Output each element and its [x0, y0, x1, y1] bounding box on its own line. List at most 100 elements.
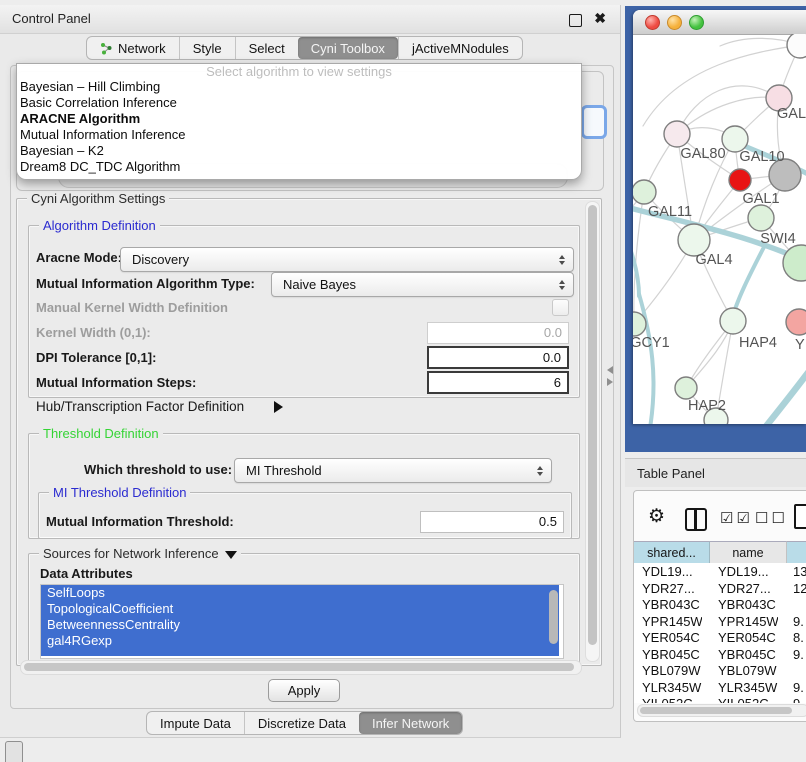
table-cell[interactable]: YER054C [718, 629, 778, 646]
collapse-triangle-icon[interactable] [225, 551, 237, 559]
network-edge[interactable] [677, 86, 779, 134]
algorithm-option[interactable]: Mutual Information Inference [17, 127, 581, 143]
table-cell[interactable]: YDL19... [718, 563, 778, 580]
column-header-shared[interactable]: shared... [634, 541, 710, 565]
which-threshold-combo[interactable]: MI Threshold [234, 458, 552, 483]
apply-button[interactable]: Apply [268, 679, 340, 702]
node-GAL11[interactable] [633, 180, 656, 204]
table-row[interactable]: YBR045C YBR045C 9. [634, 646, 806, 663]
table-cell[interactable]: YIL052C [642, 695, 702, 703]
columns-icon[interactable] [685, 508, 707, 531]
hub-definition-toggle-label[interactable]: Hub/Transcription Factor Definition [36, 399, 244, 415]
table-cell[interactable]: YBR045C [642, 646, 702, 663]
tab-impute-data[interactable]: Impute Data [147, 712, 244, 734]
table-cell[interactable]: YER054C [642, 629, 702, 646]
mi-threshold-field[interactable]: 0.5 [420, 511, 564, 533]
table-cell[interactable]: YDR27... [642, 580, 702, 597]
table-cell[interactable]: 13 [793, 563, 806, 580]
network-edge[interactable] [639, 294, 654, 424]
close-panel-icon[interactable]: ✖ [594, 10, 606, 27]
table-cell[interactable]: YIL052C [718, 695, 778, 703]
table-cell[interactable]: YLR345W [718, 679, 778, 696]
aracne-mode-combo[interactable]: Discovery [120, 247, 574, 272]
settings-scrollbar-thumb[interactable] [588, 205, 597, 645]
tab-infer-network[interactable]: Infer Network [359, 712, 462, 734]
tab-jactivemnodules[interactable]: jActiveMNodules [398, 37, 522, 59]
table-cell[interactable] [793, 662, 806, 679]
close-window-icon[interactable] [645, 15, 660, 30]
gear-icon[interactable]: ⚙ [648, 507, 665, 527]
minimize-window-icon[interactable] [667, 15, 682, 30]
table-cell[interactable]: YBL079W [718, 662, 778, 679]
attribute-item-partial[interactable] [41, 649, 563, 656]
algorithm-option[interactable]: Basic Correlation Inference [17, 95, 581, 111]
kernel-width-field[interactable]: 0.0 [427, 322, 569, 344]
attributes-scrollbar-thumb[interactable] [549, 590, 558, 644]
node-HAP4[interactable] [720, 308, 746, 334]
table-hscrollbar-thumb[interactable] [640, 707, 792, 714]
table-cell[interactable]: 8. [793, 629, 806, 646]
table-cell[interactable] [793, 596, 806, 613]
table-cell[interactable]: 9. [793, 695, 806, 703]
node-salmon[interactable] [786, 309, 806, 335]
table-row[interactable]: YDR27... YDR27... 12 [634, 580, 806, 597]
table-cell[interactable]: 9. [793, 679, 806, 696]
page-icon[interactable] [794, 504, 806, 529]
network-edge[interactable] [755, 366, 806, 424]
table-cell[interactable]: 9. [793, 613, 806, 630]
table-hscrollbar[interactable] [637, 704, 806, 717]
table-cell[interactable]: YLR345W [642, 679, 702, 696]
attribute-item[interactable]: BetweennessCentrality [41, 617, 563, 633]
table-cell[interactable]: YPR145W [718, 613, 778, 630]
zoom-window-icon[interactable] [689, 15, 704, 30]
dpi-tolerance-field[interactable]: 0.0 [427, 346, 569, 369]
tab-style[interactable]: Style [179, 37, 235, 59]
table-row[interactable]: YDL19... YDL19... 13 [634, 563, 806, 580]
hub-expand-arrow-icon[interactable] [274, 401, 283, 413]
float-panel-icon[interactable] [569, 14, 582, 27]
mi-type-combo[interactable]: Naive Bayes [271, 272, 574, 297]
network-window-titlebar[interactable] [633, 10, 806, 35]
tab-network[interactable]: Network [87, 37, 179, 59]
table-cell[interactable]: 12 [793, 580, 806, 597]
manual-kernel-checkbox[interactable] [552, 299, 569, 316]
table-row[interactable]: YBR043C YBR043C [634, 596, 806, 613]
panel-grip[interactable] [5, 741, 23, 762]
table-cell[interactable]: 9. [793, 646, 806, 663]
attribute-item[interactable]: TopologicalCoefficient [41, 601, 563, 617]
algorithm-option-selected[interactable]: ARACNE Algorithm [17, 111, 581, 127]
table-row[interactable]: YPR145W YPR145W 9. [634, 613, 806, 630]
column-header-name[interactable]: name [710, 541, 787, 565]
table-cell[interactable]: YBR045C [718, 646, 778, 663]
settings-hscrollbar[interactable] [20, 660, 582, 675]
node-mid[interactable] [748, 205, 774, 231]
algorithm-option[interactable]: Bayesian – Hill Climbing [17, 79, 581, 95]
table-cell[interactable]: YDL19... [642, 563, 702, 580]
checked-boxes-icon[interactable]: ☑☑ [720, 509, 753, 527]
settings-hscrollbar-thumb[interactable] [24, 663, 574, 671]
table-cell[interactable]: YPR145W [642, 613, 702, 630]
settings-scrollbar[interactable] [585, 201, 600, 662]
node-GAL1[interactable] [729, 169, 751, 191]
table-row[interactable]: YIL052C YIL052C 9. [634, 695, 806, 703]
tab-select[interactable]: Select [235, 37, 298, 59]
table-cell[interactable]: YDR27... [718, 580, 778, 597]
algorithm-option[interactable]: Bayesian – K2 [17, 143, 581, 159]
table-cell[interactable]: YBL079W [642, 662, 702, 679]
mi-steps-field[interactable]: 6 [427, 371, 569, 394]
node-top[interactable] [787, 34, 806, 58]
splitter-collapse-icon[interactable] [607, 366, 617, 386]
network-svg[interactable]: GALGAL80GAL10GAL1GAL11GAL4SWI4GCY1HAP4YH… [633, 34, 806, 424]
node-GAL80[interactable] [664, 121, 690, 147]
table-cell[interactable]: YBR043C [642, 596, 702, 613]
table-row[interactable]: YLR345W YLR345W 9. [634, 679, 806, 696]
column-header-extra[interactable] [787, 541, 806, 565]
tab-discretize-data[interactable]: Discretize Data [244, 712, 359, 734]
table-cell[interactable]: YBR043C [718, 596, 778, 613]
table-row[interactable]: YER054C YER054C 8. [634, 629, 806, 646]
table-row[interactable]: YBL079W YBL079W [634, 662, 806, 679]
attribute-item[interactable]: gal4RGexp [41, 633, 563, 649]
algorithm-option[interactable]: Dream8 DC_TDC Algorithm [17, 159, 581, 175]
node-HAP2[interactable] [675, 377, 697, 399]
attribute-item[interactable]: SelfLoops [41, 585, 563, 601]
